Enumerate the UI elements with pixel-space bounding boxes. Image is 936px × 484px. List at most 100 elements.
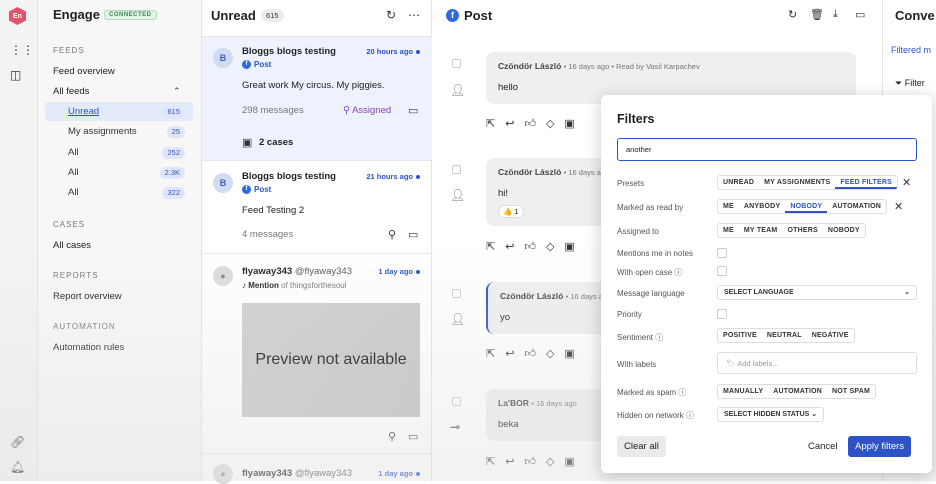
- sidebar-item-all-2[interactable]: All 2.3K: [45, 163, 193, 182]
- message-checkbox[interactable]: [452, 59, 461, 68]
- assign-icon[interactable]: ⇱: [486, 117, 495, 130]
- assign-icon[interactable]: ⇱: [486, 347, 495, 360]
- reply-icon[interactable]: ↩: [505, 347, 514, 360]
- preview-placeholder: Preview not available: [242, 303, 420, 417]
- assigned-nobody[interactable]: NOBODY: [823, 224, 865, 237]
- read-automation[interactable]: AUTOMATION: [827, 200, 886, 213]
- list-item[interactable]: ● flyaway343 @flyaway343 1 day ago: [202, 453, 432, 484]
- list-item[interactable]: B Bloggs blogs testing 20 hours ago f Pos…: [202, 36, 432, 160]
- sidebar-item-all-3[interactable]: All 322: [45, 183, 193, 202]
- download-icon[interactable]: ⤓: [833, 8, 838, 21]
- message-checkbox[interactable]: [452, 165, 461, 174]
- spam-not-spam[interactable]: NOT SPAM: [827, 385, 875, 398]
- assign-user-icon[interactable]: ⚲: [388, 228, 396, 241]
- list-item[interactable]: ● flyaway343 @flyaway343 1 day ago ♪ Men…: [202, 253, 432, 453]
- bell-icon[interactable]: 🔔︎: [10, 460, 25, 474]
- reply-icon[interactable]: ↩: [505, 240, 514, 253]
- report-overview-link[interactable]: Report overview: [53, 291, 122, 302]
- card-title: flyaway343 @flyaway343: [242, 468, 352, 479]
- brand-title: Engage: [53, 7, 100, 22]
- read-anybody[interactable]: ANYBODY: [739, 200, 785, 213]
- cancel-button[interactable]: Cancel: [801, 436, 845, 457]
- mentions-checkbox[interactable]: [717, 248, 727, 258]
- labels-label: With labels: [617, 360, 657, 369]
- app-logo[interactable]: En: [9, 7, 26, 25]
- clear-all-button[interactable]: Clear all: [617, 436, 666, 457]
- sidebar-item-unread[interactable]: Unread 615: [45, 102, 193, 121]
- reply-box-icon[interactable]: ▭: [408, 104, 418, 117]
- filters-search-input[interactable]: [617, 138, 917, 161]
- tag-icon[interactable]: ◇: [546, 117, 554, 130]
- reply-icon[interactable]: ↩: [505, 117, 514, 130]
- trash-icon[interactable]: 🗑︎: [810, 8, 824, 21]
- case-icon[interactable]: ▣: [564, 117, 574, 130]
- tab-filtered[interactable]: Filtered m: [891, 45, 931, 55]
- assigned-status[interactable]: ⚲ Assigned: [343, 105, 391, 116]
- post-type-label: f Post: [242, 185, 271, 195]
- message-checkbox[interactable]: [452, 289, 461, 298]
- post-header: f Post: [446, 8, 492, 23]
- cases-count[interactable]: 2 cases: [259, 137, 293, 148]
- preset-feed-filters[interactable]: FEED FILTERS: [835, 176, 898, 189]
- all-feeds-toggle[interactable]: All feeds: [53, 86, 89, 97]
- automation-rules-link[interactable]: Automation rules: [53, 342, 124, 353]
- open-case-checkbox[interactable]: [717, 266, 727, 276]
- clear-read-icon[interactable]: ✕: [894, 200, 903, 213]
- read-me[interactable]: ME: [718, 200, 739, 213]
- sentiment-negative[interactable]: NEGATIVE: [807, 329, 854, 342]
- list-item[interactable]: B Bloggs blogs testing 21 hours ago f Pos…: [202, 160, 432, 253]
- spam-manually[interactable]: MANUALLY: [718, 385, 768, 398]
- sentiment-positive[interactable]: POSITIVE: [718, 329, 762, 342]
- tag-icon[interactable]: ◇: [546, 455, 554, 468]
- mentions-label: Mentions me in notes: [617, 249, 694, 258]
- like-icon[interactable]: 👍︎: [524, 347, 536, 360]
- link-icon[interactable]: 🔗︎: [10, 435, 25, 449]
- comment-icon[interactable]: ▭: [855, 8, 865, 21]
- preset-unread[interactable]: UNREAD: [718, 176, 759, 189]
- case-icon[interactable]: ▣: [564, 240, 574, 253]
- card-title: Bloggs blogs testing: [242, 171, 336, 182]
- read-nobody[interactable]: NOBODY: [785, 200, 828, 213]
- info-icon: ⓘ: [678, 388, 687, 397]
- more-icon[interactable]: ⋯: [408, 8, 420, 22]
- hidden-status-select[interactable]: SELECT HIDDEN STATUS ⌄: [717, 407, 825, 422]
- spam-automation[interactable]: AUTOMATION: [768, 385, 827, 398]
- feed-list-panel: Unread 615 ↻ ⋯ B Bloggs blogs testing 20…: [202, 0, 432, 484]
- assigned-my-team[interactable]: MY TEAM: [739, 224, 783, 237]
- message-checkbox[interactable]: [452, 397, 461, 406]
- refresh-icon[interactable]: ↻: [386, 8, 396, 22]
- card-text: Feed Testing 2: [242, 205, 305, 216]
- preset-my-assignments[interactable]: MY ASSIGNMENTS: [759, 176, 835, 189]
- reply-box-icon[interactable]: ▭: [408, 228, 418, 241]
- clear-presets-icon[interactable]: ✕: [902, 176, 911, 189]
- feed-overview-link[interactable]: Feed overview: [53, 66, 115, 77]
- like-icon[interactable]: 👍︎: [524, 240, 536, 253]
- reply-box-icon[interactable]: ▭: [408, 430, 418, 443]
- apply-filters-button[interactable]: Apply filters: [848, 436, 912, 457]
- priority-checkbox[interactable]: [717, 309, 727, 319]
- tag-icon[interactable]: ◇: [546, 347, 554, 360]
- case-icon[interactable]: ▣: [564, 347, 574, 360]
- language-select[interactable]: SELECT LANGUAGE ⌄: [717, 285, 917, 300]
- filter-button[interactable]: ⏷ Filter: [895, 78, 925, 89]
- assign-user-icon[interactable]: ⚲: [388, 430, 396, 443]
- like-icon[interactable]: 👍︎: [524, 455, 536, 468]
- sentiment-segment: POSITIVE NEUTRAL NEGATIVE: [717, 328, 855, 343]
- assigned-others[interactable]: OTHERS: [782, 224, 822, 237]
- reply-icon[interactable]: ↩: [505, 455, 514, 468]
- sentiment-neutral[interactable]: NEUTRAL: [762, 329, 807, 342]
- sidebar-item-all-1[interactable]: All 252: [45, 143, 193, 162]
- refresh-icon[interactable]: ↻: [788, 8, 797, 21]
- chevron-up-icon[interactable]: ⌃: [173, 86, 181, 97]
- sidebar-item-my-assignments[interactable]: My assignments 25: [45, 122, 193, 141]
- tag-icon[interactable]: ◇: [546, 240, 554, 253]
- case-icon[interactable]: ▣: [564, 455, 574, 468]
- like-icon[interactable]: 👍︎: [524, 117, 536, 130]
- all-cases-link[interactable]: All cases: [53, 240, 91, 251]
- panel-toggle-icon[interactable]: ◫: [10, 68, 21, 82]
- assign-icon[interactable]: ⇱: [486, 240, 495, 253]
- assigned-segment: ME MY TEAM OTHERS NOBODY: [717, 223, 866, 238]
- assigned-me[interactable]: ME: [718, 224, 739, 237]
- labels-input[interactable]: 🏷︎ Add labels...: [717, 352, 917, 374]
- assign-icon[interactable]: ⇱: [486, 455, 495, 468]
